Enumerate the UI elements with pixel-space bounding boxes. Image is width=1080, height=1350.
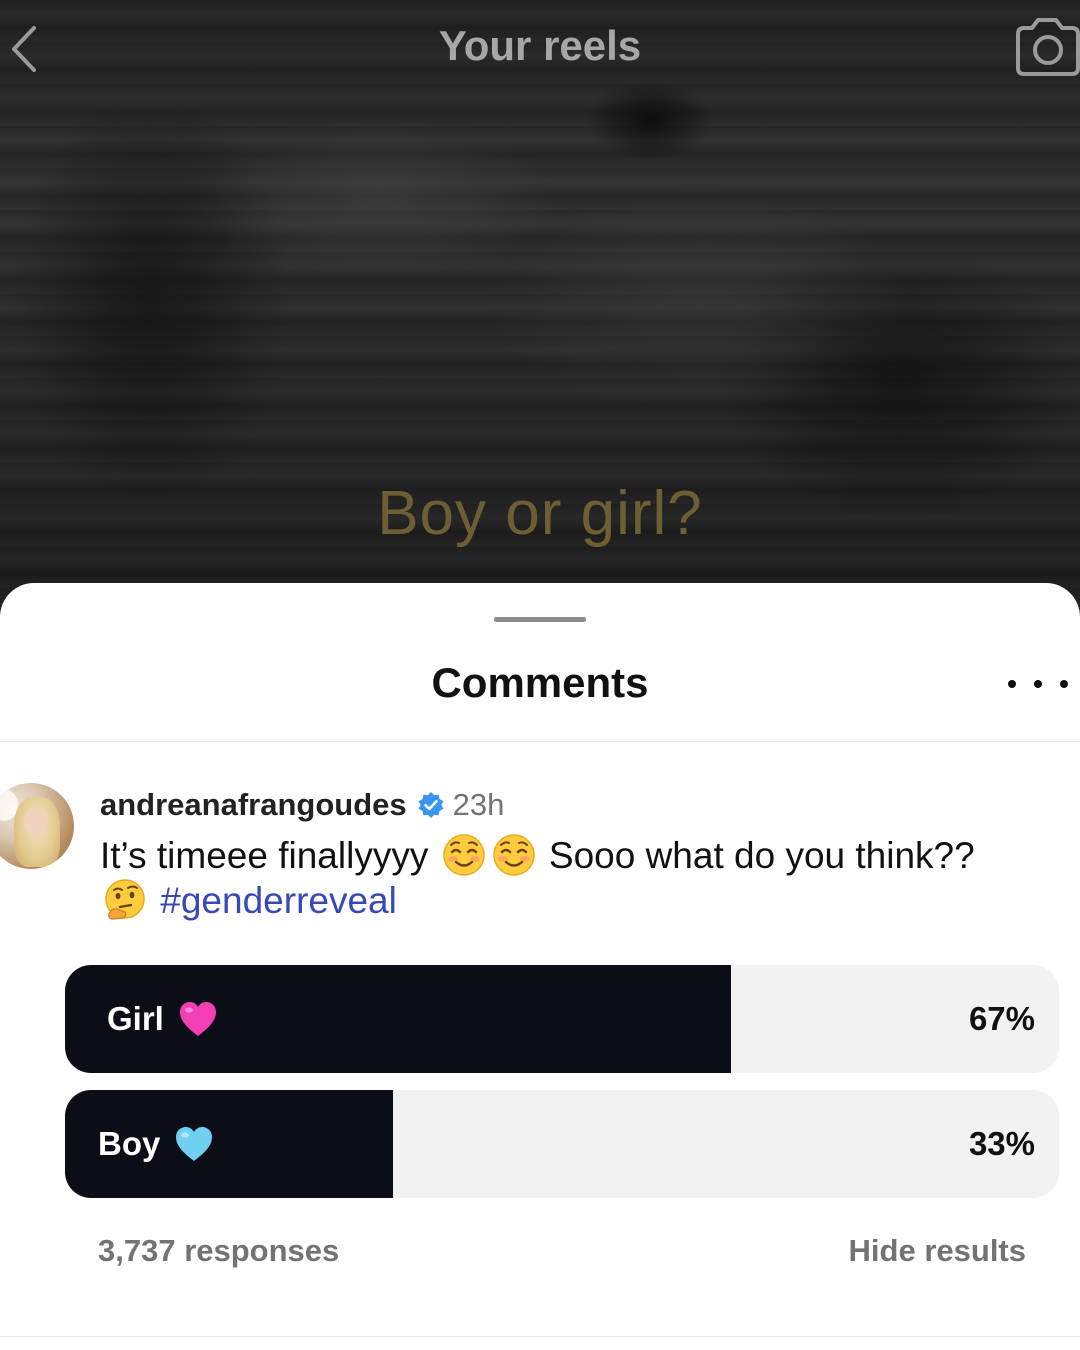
smiling-face-icon — [492, 834, 535, 876]
poll-option-label: Boy — [98, 1125, 161, 1162]
comment-item: andreanafrangoudes 23h It’s timeee final… — [100, 783, 1060, 923]
reel-overlay-text: Boy or girl? — [377, 479, 703, 548]
poll-option-percent: 33% — [968, 1125, 1035, 1162]
comment-text: Sooo what do you think?? — [548, 835, 975, 876]
poll-option-label-wrap: Girl — [107, 965, 218, 1073]
divider — [0, 1336, 1080, 1337]
reel-video[interactable]: Your reels Boy or girl? — [0, 0, 1080, 640]
more-horizontal-icon — [1034, 680, 1042, 688]
comment-text: It’s timeee finallyyyy — [100, 835, 429, 876]
poll-option-percent: 67% — [968, 1000, 1035, 1037]
poll-option-label: Girl — [107, 1000, 164, 1037]
comment-username[interactable]: andreanafrangoudes — [100, 787, 407, 823]
smiling-face-icon — [442, 834, 485, 876]
hashtag-link[interactable]: #genderreveal — [160, 880, 397, 921]
sheet-drag-handle[interactable] — [494, 617, 586, 622]
thinking-face-icon — [105, 879, 145, 920]
camera-icon — [1016, 18, 1080, 76]
poll-option-boy[interactable]: Boy 33% — [65, 1090, 1059, 1198]
comments-title: Comments — [431, 659, 649, 706]
poll-responses-count: 3,737 responses — [98, 1233, 340, 1268]
avatar[interactable] — [0, 783, 74, 869]
comments-sheet: Comments andreanafrangoudes 23h It’s tim… — [0, 583, 1080, 1350]
comment-meta: andreanafrangoudes 23h — [100, 783, 1060, 827]
page-title: Your reels — [438, 22, 642, 69]
more-horizontal-icon — [1060, 680, 1068, 688]
more-options-button[interactable] — [1008, 669, 1068, 699]
hide-results-button[interactable]: Hide results — [849, 1233, 1026, 1269]
light-blue-heart-icon — [176, 1127, 213, 1161]
poll-option-girl[interactable]: Girl 67% — [65, 965, 1059, 1073]
comment-body: It’s timeee finallyyyy Sooo what do you … — [100, 833, 1060, 923]
pink-heart-icon — [179, 1002, 216, 1036]
comment-time: 23h — [452, 787, 505, 822]
avatar-face — [24, 807, 48, 837]
verified-badge-icon — [418, 792, 444, 818]
more-horizontal-icon — [1008, 680, 1016, 688]
divider — [0, 741, 1080, 742]
poll-option-label-wrap: Boy — [98, 1090, 214, 1198]
camera-button[interactable] — [1012, 14, 1080, 78]
